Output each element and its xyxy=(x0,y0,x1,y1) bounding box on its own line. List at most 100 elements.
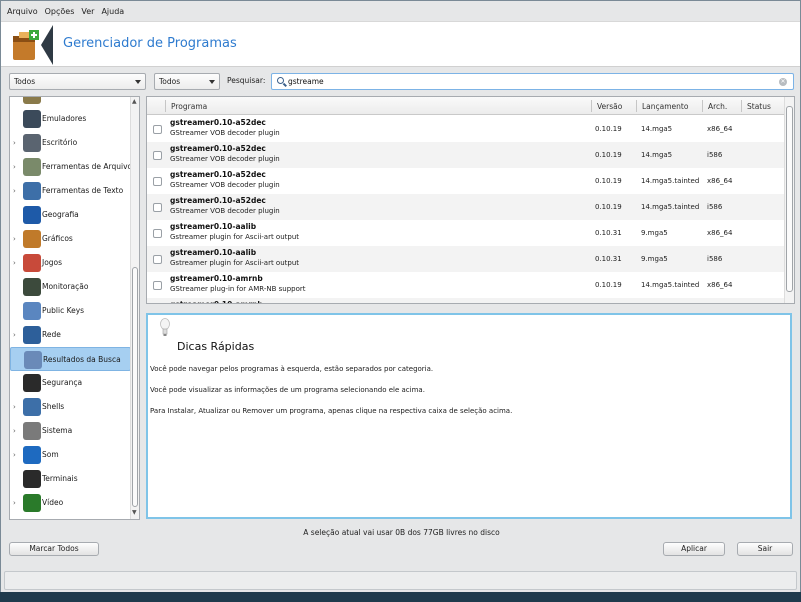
table-row[interactable]: gstreamer0.10-a52dec GStreamer VOB decode… xyxy=(147,142,785,168)
text-tools-icon xyxy=(23,182,41,200)
expand-arrow-icon[interactable]: › xyxy=(13,139,16,147)
package-name: gstreamer0.10-a52dec xyxy=(170,144,266,153)
column-header-status[interactable]: Status xyxy=(747,102,771,111)
column-separator xyxy=(636,100,637,112)
category-item[interactable]: Terminais xyxy=(10,467,131,491)
apply-button[interactable]: Aplicar xyxy=(663,542,725,556)
category-item[interactable]: › Ferramentas de Texto xyxy=(10,179,131,203)
table-row[interactable]: gstreamer0.10-amrnb GStreamer plug-in for… xyxy=(147,272,785,298)
system-icon xyxy=(23,422,41,440)
menu-ver[interactable]: Ver xyxy=(81,7,94,16)
category-item[interactable]: › Vídeo xyxy=(10,491,131,515)
expand-arrow-icon[interactable]: › xyxy=(13,163,16,171)
category-item[interactable]: › Shells xyxy=(10,395,131,419)
clear-search-icon[interactable]: ✕ xyxy=(779,78,787,86)
category-item[interactable]: › Som xyxy=(10,443,131,467)
video-icon xyxy=(23,494,41,512)
expand-arrow-icon[interactable]: › xyxy=(13,499,16,507)
games-icon xyxy=(23,254,41,272)
package-checkbox[interactable] xyxy=(153,125,162,134)
category-item[interactable]: Emuladores xyxy=(10,107,131,131)
app-title: Gerenciador de Programas xyxy=(63,36,237,51)
package-arch: x86_64 xyxy=(707,281,733,289)
category-label: Ferramentas de Texto xyxy=(42,186,124,195)
category-item[interactable]: Geografia xyxy=(10,203,131,227)
software-manager-logo-icon xyxy=(13,30,39,60)
file-tools-icon xyxy=(23,158,41,176)
category-item[interactable]: › Jogos xyxy=(10,251,131,275)
scroll-up-icon[interactable]: ▲ xyxy=(132,98,137,105)
category-item[interactable]: › Escritório xyxy=(10,131,131,155)
select-all-button[interactable]: Marcar Todos xyxy=(9,542,99,556)
column-separator xyxy=(702,100,703,112)
category-filter-value: Todos xyxy=(14,77,36,86)
category-item[interactable]: › Gráficos xyxy=(10,227,131,251)
package-version: 0.10.31 xyxy=(595,255,622,263)
info-panel: Dicas Rápidas Você pode navegar pelos pr… xyxy=(146,313,792,519)
package-name: gstreamer0.10-a52dec xyxy=(170,196,266,205)
globe-icon xyxy=(23,206,41,224)
expand-arrow-icon[interactable]: › xyxy=(13,187,16,195)
package-checkbox[interactable] xyxy=(153,255,162,264)
menu-opcoes[interactable]: Opções xyxy=(45,7,75,16)
package-arch: x86_64 xyxy=(707,229,733,237)
package-summary: GStreamer VOB decoder plugin xyxy=(170,129,280,137)
category-item[interactable]: › Sistema xyxy=(10,419,131,443)
menu-arquivo[interactable]: Arquivo xyxy=(7,7,38,16)
category-scrollbar[interactable]: ▲ ▼ xyxy=(130,97,139,519)
column-header-name[interactable]: Programa xyxy=(171,102,207,111)
package-name: gstreamer0.10-a52dec xyxy=(170,118,266,127)
table-row[interactable]: gstreamer0.10-a52dec GStreamer VOB decode… xyxy=(147,194,785,220)
package-checkbox[interactable] xyxy=(153,281,162,290)
menu-ajuda[interactable]: Ajuda xyxy=(101,7,124,16)
package-checkbox[interactable] xyxy=(153,229,162,238)
shells-icon xyxy=(23,398,41,416)
expand-arrow-icon[interactable]: › xyxy=(13,427,16,435)
column-header-arch[interactable]: Arch. xyxy=(708,102,727,111)
scrollbar-thumb[interactable] xyxy=(132,267,138,507)
column-header-release[interactable]: Lançamento xyxy=(642,102,688,111)
package-checkbox[interactable] xyxy=(153,203,162,212)
category-item[interactable]: › Rede xyxy=(10,323,131,347)
package-name: gstreamer0.10-amrnb xyxy=(170,300,263,303)
column-separator xyxy=(165,100,166,112)
category-label: Rede xyxy=(42,330,61,339)
category-filter-select[interactable]: Todos xyxy=(9,73,146,90)
category-item[interactable]: Public Keys xyxy=(10,299,131,323)
table-row[interactable]: gstreamer0.10-aalib Gstreamer plugin for … xyxy=(147,246,785,272)
package-release: 9.mga5 xyxy=(641,229,668,237)
package-checkbox[interactable] xyxy=(153,151,162,160)
package-summary: GStreamer VOB decoder plugin xyxy=(170,207,280,215)
package-version: 0.10.19 xyxy=(595,151,622,159)
category-item[interactable]: Segurança xyxy=(10,371,131,395)
table-row[interactable]: gstreamer0.10-a52dec GStreamer VOB decode… xyxy=(147,168,785,194)
category-label: Geografia xyxy=(42,210,79,219)
expand-arrow-icon[interactable]: › xyxy=(13,451,16,459)
table-row[interactable]: gstreamer0.10-a52dec GStreamer VOB decode… xyxy=(147,116,785,142)
category-label: Vídeo xyxy=(42,498,64,507)
category-item[interactable]: › Ferramentas de Arquivo xyxy=(10,155,132,179)
scrollbar-thumb[interactable] xyxy=(786,106,793,292)
emulator-icon xyxy=(23,110,41,128)
scroll-down-icon[interactable]: ▼ xyxy=(132,509,137,516)
office-icon xyxy=(23,134,41,152)
expand-arrow-icon[interactable]: › xyxy=(13,235,16,243)
quit-button[interactable]: Sair xyxy=(737,542,793,556)
search-input[interactable] xyxy=(288,75,768,88)
expand-arrow-icon[interactable]: › xyxy=(13,331,16,339)
package-version: 0.10.19 xyxy=(595,177,622,185)
category-item[interactable]: Monitoração xyxy=(10,275,131,299)
package-arch: x86_64 xyxy=(707,125,733,133)
expand-arrow-icon[interactable]: › xyxy=(13,259,16,267)
package-checkbox[interactable] xyxy=(153,177,162,186)
category-label: Shells xyxy=(42,402,65,411)
table-row[interactable]: gstreamer0.10-amrnb xyxy=(147,298,785,303)
expand-arrow-icon[interactable]: › xyxy=(13,403,16,411)
package-scrollbar[interactable] xyxy=(784,97,794,303)
type-filter-select[interactable]: Todos xyxy=(154,73,220,90)
category-label: Segurança xyxy=(42,378,83,387)
table-row[interactable]: gstreamer0.10-aalib Gstreamer plugin for … xyxy=(147,220,785,246)
column-header-version[interactable]: Versão xyxy=(597,102,622,111)
category-item[interactable]: Resultados da Busca xyxy=(10,347,131,371)
tip-text: Você pode visualizar as informações de u… xyxy=(150,386,425,394)
